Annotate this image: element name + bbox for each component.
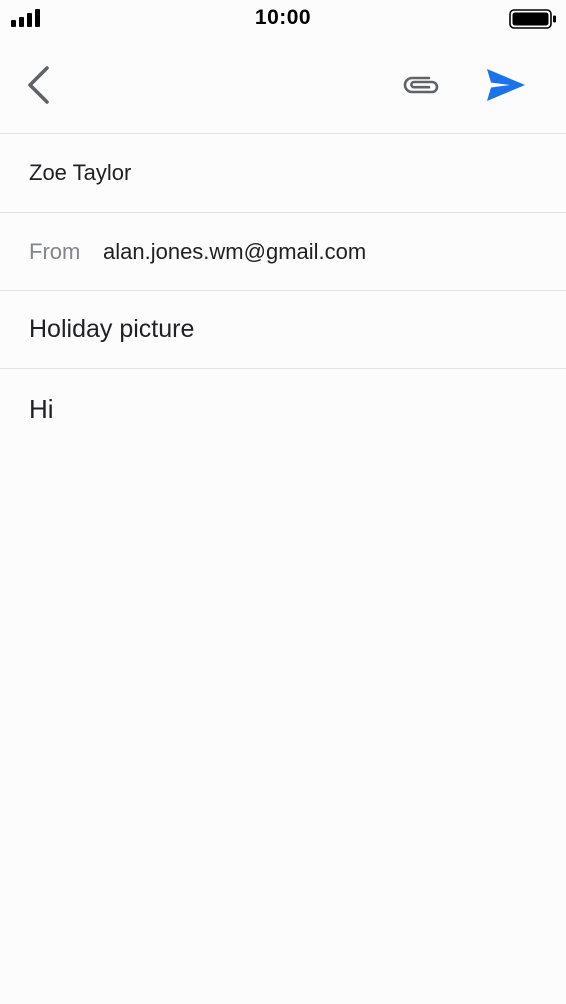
back-button[interactable] [18, 63, 60, 107]
body-text: Hi [29, 394, 54, 424]
chevron-left-icon [28, 66, 49, 104]
status-time: 10:00 [254, 6, 312, 29]
subject-field[interactable]: Holiday picture [0, 290, 566, 368]
status-bar: 10:00 [0, 0, 566, 36]
from-address: alan.jones.wm@gmail.com [103, 238, 367, 264]
body-field[interactable]: Hi [0, 368, 566, 1004]
from-label: From [29, 238, 81, 264]
send-button[interactable] [480, 63, 532, 107]
paperclip-icon [403, 76, 439, 94]
compose-toolbar [0, 36, 566, 133]
battery-icon [509, 9, 556, 29]
send-icon [487, 69, 525, 101]
attach-button[interactable] [396, 63, 446, 107]
from-field[interactable]: From alan.jones.wm@gmail.com [0, 212, 566, 290]
to-recipient: Zoe Taylor [29, 160, 132, 185]
to-field[interactable]: Zoe Taylor [0, 133, 566, 212]
subject-text: Holiday picture [29, 315, 195, 343]
